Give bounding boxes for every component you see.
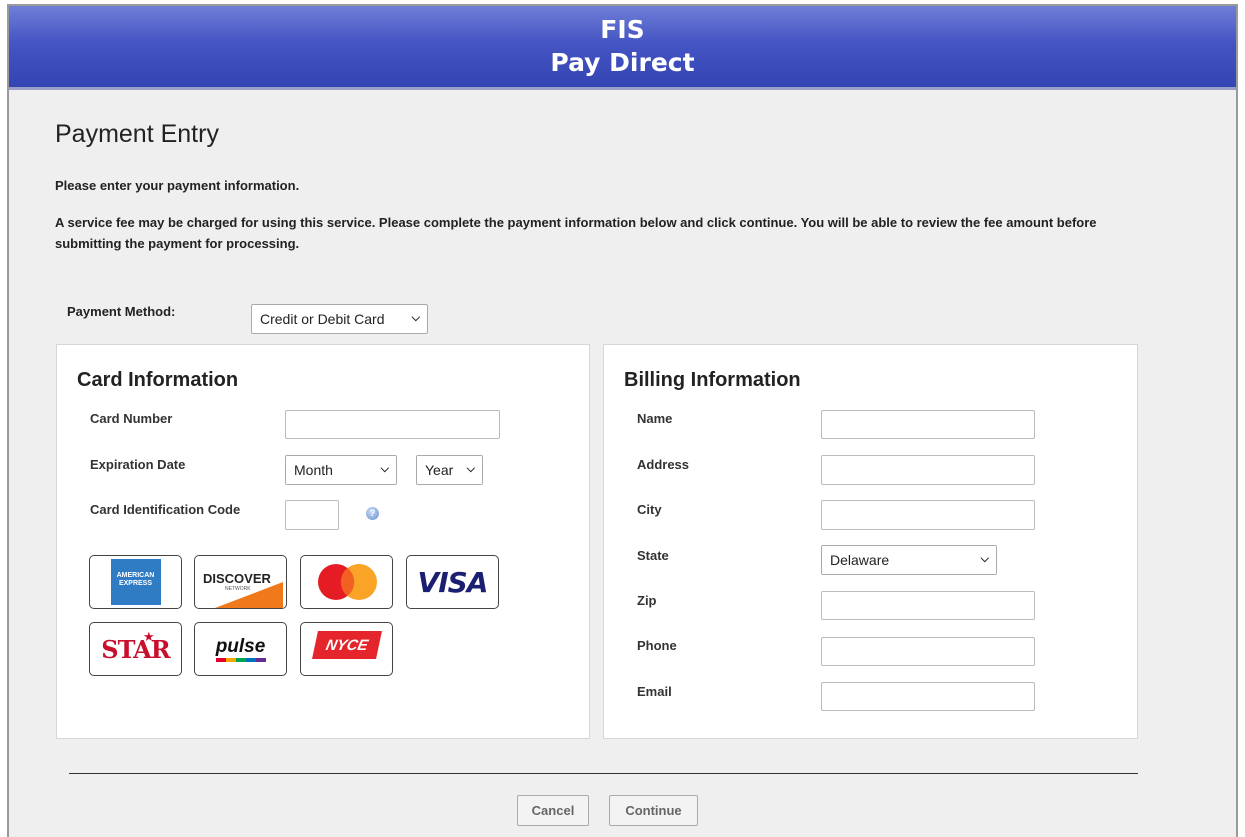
zip-label: Zip [637,593,657,608]
page-frame: FIS Pay Direct Payment Entry Please ente… [7,4,1238,837]
city-label: City [637,502,662,517]
amex-logo: AMERICAN EXPRESS [89,555,182,609]
payment-method-label: Payment Method: [67,304,176,319]
fee-notice: A service fee may be charged for using t… [55,215,1097,251]
pulse-rainbow-icon [215,658,266,662]
pulse-wordmark: pulse [215,636,266,657]
nyce-logo-mark: NYCE [311,631,382,659]
payment-method-select[interactable]: Credit or Debit Card ⌵ [251,304,428,334]
mastercard-logo [300,555,393,609]
product-name: Pay Direct [550,48,695,77]
amex-logo-mark: AMERICAN EXPRESS [110,559,161,605]
discover-logo: DISCOVER NETWORK [194,555,287,609]
star-logo: STAR ★ [89,622,182,676]
card-number-label: Card Number [90,411,173,426]
expiration-year-select[interactable]: Year ⌵ [416,455,483,485]
mastercard-circles-icon [318,564,377,600]
nyce-wordmark: NYCE [323,636,370,654]
intro-text: Please enter your payment information. [55,178,300,193]
visa-wordmark: VISA [417,565,489,599]
address-label: Address [637,457,690,472]
header-banner: FIS Pay Direct [9,6,1236,90]
footer-divider [69,773,1138,774]
state-label: State [637,548,669,563]
expiration-date-label: Expiration Date [90,457,186,472]
billing-information-panel: Billing Information Name Address City St… [603,344,1138,739]
card-information-title: Card Information [77,369,239,391]
card-number-input[interactable] [285,410,500,439]
help-question-icon[interactable]: ? [366,507,379,520]
chevron-down-icon: ⌵ [466,462,475,475]
page-title: Payment Entry [55,120,219,148]
expiration-month-select[interactable]: Month ⌵ [285,455,397,485]
star-icon: ★ [143,629,155,644]
brand-name: FIS [600,15,645,44]
state-value: Delaware [830,552,890,568]
city-input[interactable] [821,500,1035,530]
discover-stripe-icon [215,582,283,608]
name-input[interactable] [821,410,1035,439]
email-label: Email [637,684,672,699]
nyce-logo: NYCE [300,622,393,676]
chevron-down-icon: ⌵ [411,311,420,324]
billing-information-title: Billing Information [624,369,801,391]
chevron-down-icon: ⌵ [380,462,389,475]
chevron-down-icon: ⌵ [980,552,989,565]
zip-input[interactable] [821,591,1035,620]
expiration-month-value: Month [294,462,333,478]
pulse-logo: pulse [194,622,287,676]
card-id-code-input[interactable] [285,500,339,530]
card-information-panel: Card Information Card Number Expiration … [56,344,590,739]
email-input[interactable] [821,682,1035,711]
name-label: Name [637,411,673,426]
address-input[interactable] [821,455,1035,485]
payment-method-value: Credit or Debit Card [260,311,385,327]
star-wordmark: STAR [101,634,170,664]
phone-input[interactable] [821,637,1035,666]
expiration-year-value: Year [425,462,454,478]
card-id-code-label: Card Identification Code [90,502,241,517]
continue-button[interactable]: Continue [609,795,698,826]
cancel-button[interactable]: Cancel [517,795,589,826]
phone-label: Phone [637,638,677,653]
state-select[interactable]: Delaware ⌵ [821,545,997,575]
visa-logo: VISA [406,555,499,609]
